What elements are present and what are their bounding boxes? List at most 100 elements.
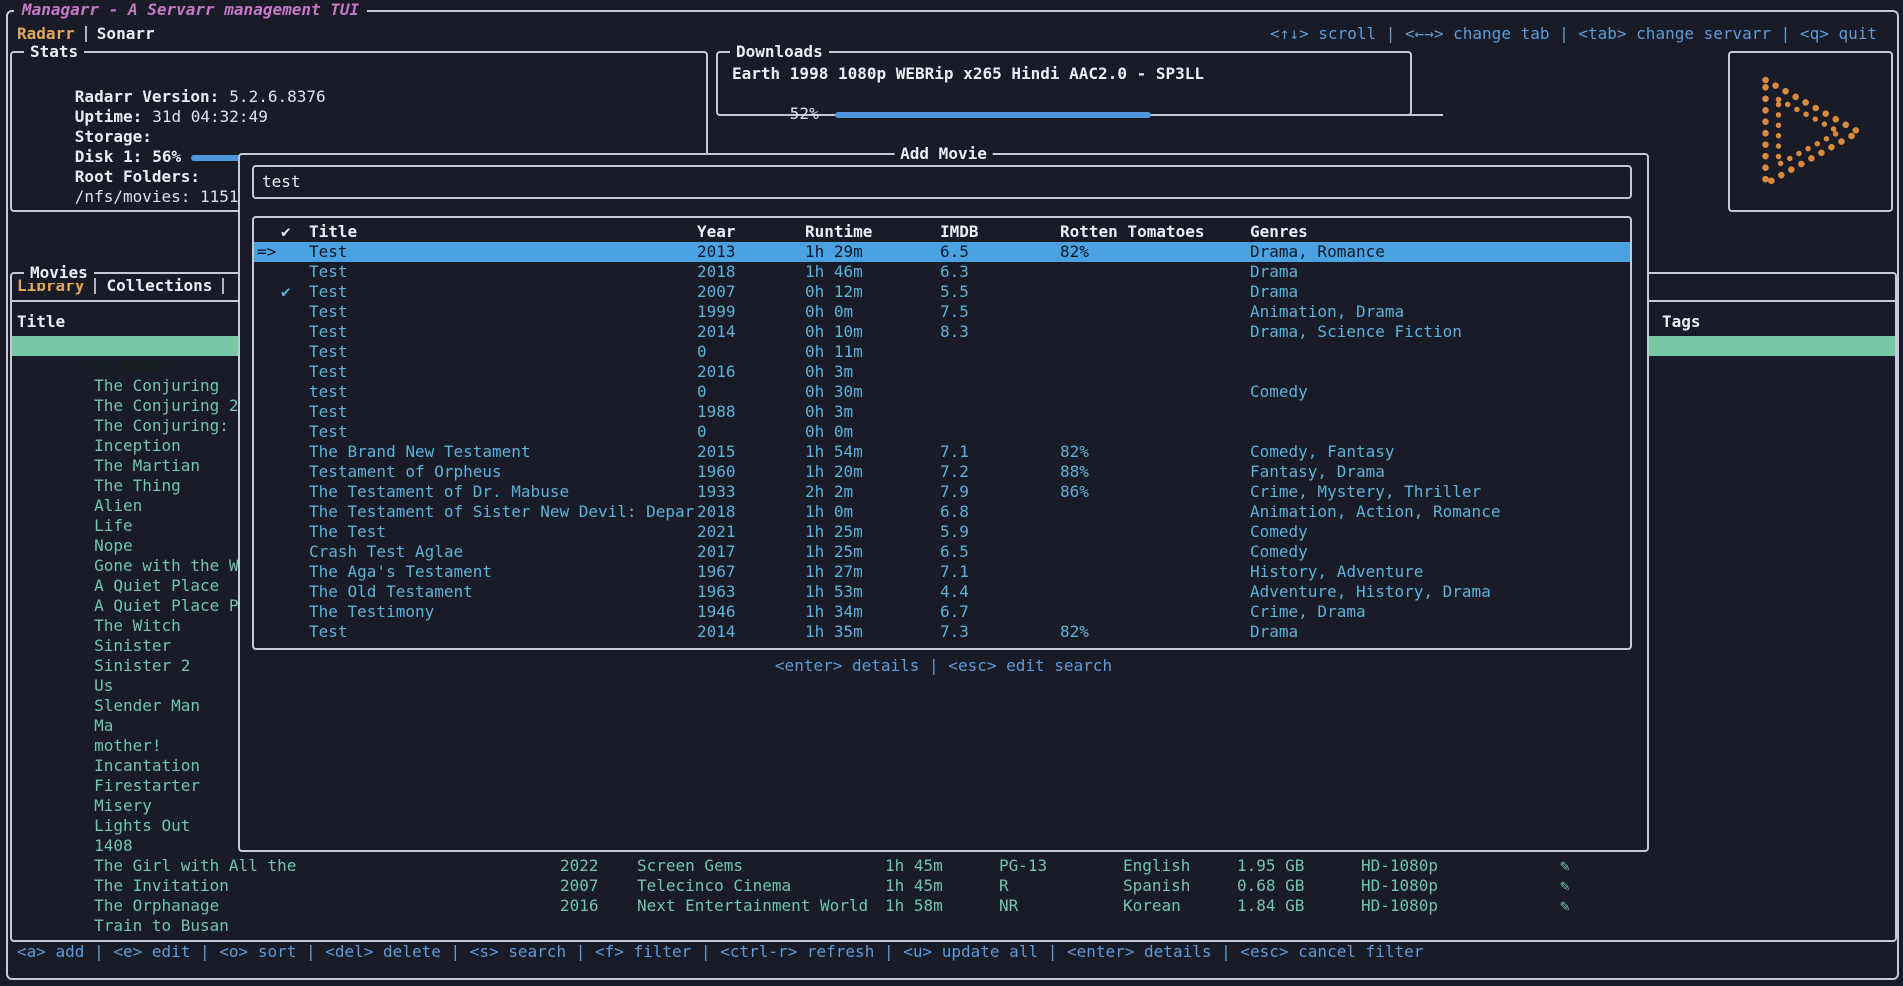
genres-column-header: Genres [1247, 222, 1630, 242]
runtime-cell: 1h 25m [802, 522, 937, 542]
search-result-row[interactable]: Test 2014 0h 10m 8.3 Drama, Science Fict… [254, 322, 1630, 342]
runtime-cell: 1h 54m [802, 442, 937, 462]
imdb-cell: 7.3 [937, 622, 1057, 642]
search-result-row[interactable]: => Test 2013 1h 29m 6.5 82% Drama, Roman… [254, 242, 1630, 262]
search-result-row[interactable]: ✔ Test 2007 0h 12m 5.5 Drama [254, 282, 1630, 302]
download-progress-row: 52% [732, 84, 1443, 144]
title-cell: The Testimony [306, 602, 694, 622]
year-cell: 2015 [694, 442, 802, 462]
runtime-cell: 1h 45m [885, 856, 943, 876]
title-cell: Test [306, 262, 694, 282]
results-header-row: ✔ Title Year Runtime IMDB Rotten Tomatoe… [254, 222, 1630, 242]
genres-cell: Drama [1247, 262, 1630, 282]
runtime-cell: 1h 20m [802, 462, 937, 482]
search-result-row[interactable]: Test 2018 1h 46m 6.3 Drama [254, 262, 1630, 282]
genres-cell: History, Adventure [1247, 562, 1630, 582]
imdb-cell: 7.5 [937, 302, 1057, 322]
popup-keybinds: <enter> details | <esc> edit search [240, 656, 1647, 676]
search-result-row[interactable]: Test 2016 0h 3m [254, 362, 1630, 382]
year-cell: 1963 [694, 582, 802, 602]
runtime-cell: 1h 46m [802, 262, 937, 282]
rotten-tomatoes-cell: 88% [1057, 462, 1247, 482]
year-cell: 1946 [694, 602, 802, 622]
movie-search-input[interactable]: test [252, 165, 1632, 199]
search-result-row[interactable]: The Test 2021 1h 25m 5.9 Comedy [254, 522, 1630, 542]
servarr-tabbar: Radarr Sonarr [17, 24, 155, 44]
genres-cell: Comedy [1247, 382, 1630, 402]
download-item[interactable]: Earth 1998 1080p WEBRip x265 Hindi AAC2.… [732, 64, 1204, 84]
managarr-screen: Managarr - A Servarr management TUI Rada… [0, 0, 1903, 986]
column-header-tags: Tags [1662, 312, 1701, 332]
rotten-tomatoes-column-header: Rotten Tomatoes [1057, 222, 1247, 242]
tab-sonarr[interactable]: Sonarr [97, 24, 155, 44]
genres-cell: Crime, Drama [1247, 602, 1630, 622]
search-result-row[interactable]: Crash Test Aglae 2017 1h 25m 6.5 Comedy [254, 542, 1630, 562]
runtime-cell: 1h 58m [885, 896, 943, 916]
search-result-row[interactable]: Test 0 0h 0m [254, 422, 1630, 442]
title-cell: Testament of Orpheus [306, 462, 694, 482]
runtime-cell: 1h 45m [885, 876, 943, 896]
search-result-row[interactable]: Test 1999 0h 0m 7.5 Animation, Drama [254, 302, 1630, 322]
library-panel-title: Movies [24, 263, 94, 283]
stats-rootfolders-row: Root Folders: [17, 147, 210, 167]
imdb-column-header: IMDB [937, 222, 1057, 242]
genres-cell: Comedy, Fantasy [1247, 442, 1630, 462]
year-cell: 2016 [694, 362, 802, 382]
tab-collections[interactable]: Collections [106, 276, 212, 296]
title-cell: The Aga's Testament [306, 562, 694, 582]
library-row[interactable]: The Orphanage 2007 Telecinco Cinema 1h 4… [12, 876, 1895, 896]
search-result-row[interactable]: Test 0 0h 11m [254, 342, 1630, 362]
year-cell: 2021 [694, 522, 802, 542]
genres-cell: Comedy [1247, 542, 1630, 562]
imdb-cell: 7.2 [937, 462, 1057, 482]
search-result-row[interactable]: The Aga's Testament 1967 1h 27m 7.1 Hist… [254, 562, 1630, 582]
runtime-cell: 2h 2m [802, 482, 937, 502]
imdb-cell: 7.1 [937, 442, 1057, 462]
runtime-column-header: Runtime [802, 222, 937, 242]
genres-cell: Drama [1247, 282, 1630, 302]
genres-cell: Drama, Romance [1247, 242, 1630, 262]
rotten-tomatoes-cell: 82% [1057, 442, 1247, 462]
search-result-row[interactable]: The Brand New Testament 2015 1h 54m 7.1 … [254, 442, 1630, 462]
title-cell: Test [306, 622, 694, 642]
genres-cell: Comedy [1247, 522, 1630, 542]
certification-cell: R [999, 876, 1009, 896]
imdb-cell: 6.8 [937, 502, 1057, 522]
title-cell: The Brand New Testament [306, 442, 694, 462]
runtime-cell: 0h 12m [802, 282, 937, 302]
imdb-cell: 7.1 [937, 562, 1057, 582]
search-result-row[interactable]: test 0 0h 30m Comedy [254, 382, 1630, 402]
title-cell: Test [306, 422, 694, 442]
downloads-panel-title: Downloads [730, 42, 829, 62]
title-cell: Test [306, 282, 694, 302]
search-result-row[interactable]: The Testament of Dr. Mabuse 1933 2h 2m 7… [254, 482, 1630, 502]
search-result-row[interactable]: The Old Testament 1963 1h 53m 4.4 Advent… [254, 582, 1630, 602]
year-cell: 1988 [694, 402, 802, 422]
rotten-tomatoes-cell: 82% [1057, 622, 1247, 642]
library-row[interactable]: The Invitation 2022 Screen Gems 1h 45m P… [12, 856, 1895, 876]
runtime-cell: 1h 35m [802, 622, 937, 642]
downloads-panel: Downloads Earth 1998 1080p WEBRip x265 H… [716, 51, 1412, 116]
rotten-tomatoes-cell: 86% [1057, 482, 1247, 502]
title-cell: Test [306, 362, 694, 382]
imdb-cell: 4.4 [937, 582, 1057, 602]
quality-cell: HD-1080p [1361, 896, 1438, 916]
runtime-cell: 1h 34m [802, 602, 937, 622]
library-row[interactable]: Train to Busan 2016 Next Entertainment W… [12, 896, 1895, 916]
global-keybinds: <↑↓> scroll | <←→> change tab | <tab> ch… [1270, 24, 1877, 44]
search-result-row[interactable]: The Testimony 1946 1h 34m 6.7 Crime, Dra… [254, 602, 1630, 622]
search-result-row[interactable]: Test 2014 1h 35m 7.3 82% Drama [254, 622, 1630, 642]
library-keybinds: <a> add | <e> edit | <o> sort | <del> de… [17, 942, 1423, 962]
runtime-cell: 0h 30m [802, 382, 937, 402]
quality-cell: HD-1080p [1361, 876, 1438, 896]
runtime-cell: 1h 29m [802, 242, 937, 262]
search-result-row[interactable]: The Testament of Sister New Devil: Depar… [254, 502, 1630, 522]
tab-radarr[interactable]: Radarr [17, 24, 75, 44]
search-result-row[interactable]: Testament of Orpheus 1960 1h 20m 7.2 88%… [254, 462, 1630, 482]
gauge-fill [835, 112, 1151, 118]
uptime-value: 31d 04:32:49 [152, 107, 268, 126]
imdb-cell: 6.3 [937, 262, 1057, 282]
language-cell: Korean [1123, 896, 1181, 916]
search-result-row[interactable]: Test 1988 0h 3m [254, 402, 1630, 422]
movie-title-cell: Train to Busan [94, 916, 229, 935]
